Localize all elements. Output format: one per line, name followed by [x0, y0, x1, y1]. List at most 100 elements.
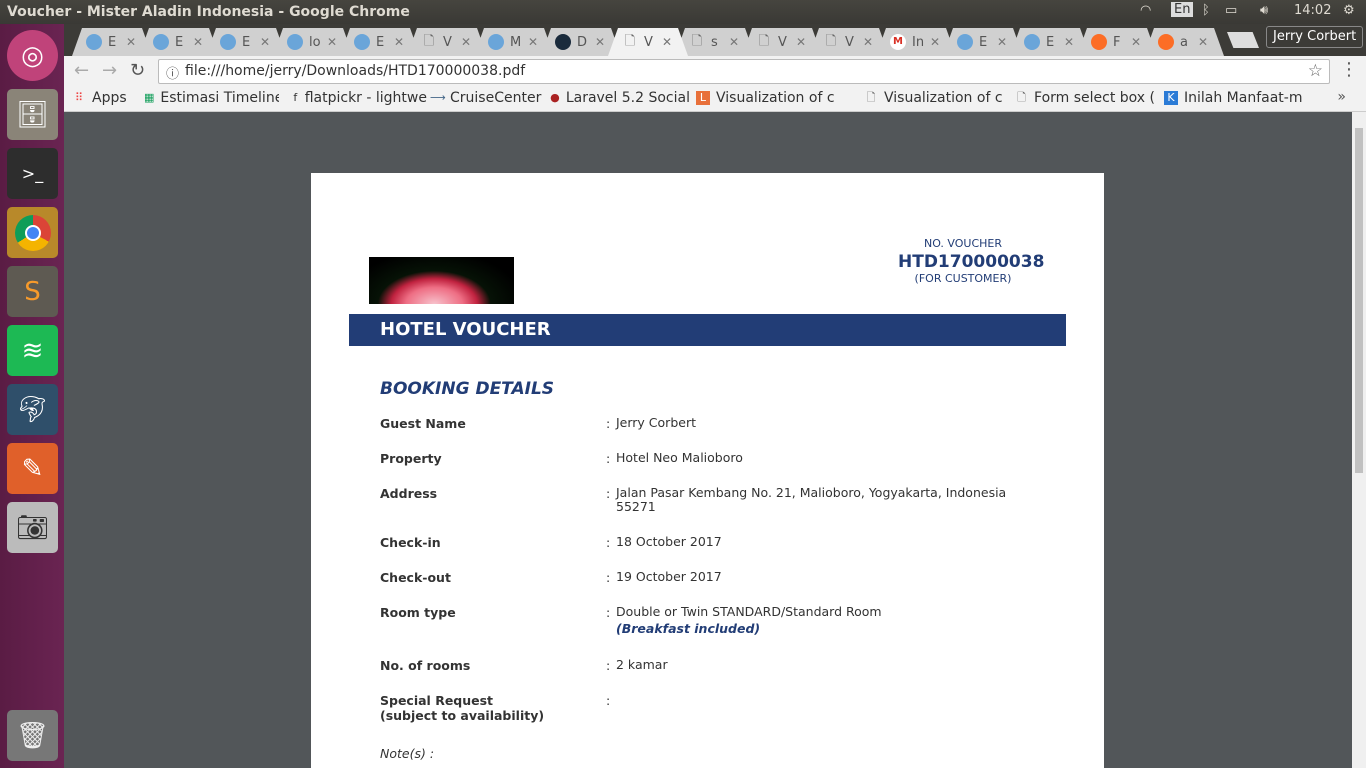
tab-close-icon[interactable]: ✕ — [528, 35, 538, 49]
bookmark-item[interactable]: ⟶ CruiseCenter — [430, 90, 545, 106]
tab[interactable]: D ✕ — [541, 28, 621, 56]
tab[interactable]: M In ✕ — [876, 28, 956, 56]
volume-icon[interactable]: 🔊︎ — [1260, 3, 1268, 18]
spotify-icon[interactable]: ≋ — [7, 325, 58, 376]
tab[interactable]: E ✕ — [72, 28, 152, 56]
tab-close-icon[interactable]: ✕ — [930, 35, 940, 49]
profile-button[interactable]: Jerry Corbert — [1266, 26, 1364, 48]
back-button[interactable]: ← — [74, 60, 89, 81]
battery-icon[interactable]: ▭ — [1225, 3, 1237, 18]
tab[interactable]: E ✕ — [206, 28, 286, 56]
keyboard-indicator[interactable]: En — [1171, 2, 1194, 17]
terminal-icon[interactable]: >_ — [7, 148, 58, 199]
tab[interactable]: E ✕ — [943, 28, 1023, 56]
info-icon[interactable]: ⓘ — [166, 63, 179, 82]
url-text[interactable]: file:///home/jerry/Downloads/HTD17000003… — [185, 63, 525, 79]
scrollbar[interactable] — [1352, 112, 1366, 768]
document-favicon-icon: 🗋 — [825, 34, 837, 49]
tab[interactable]: 🗋 V ✕ — [742, 28, 822, 56]
bookmark-item[interactable]: 🗋 Form select box ( — [1015, 90, 1155, 106]
tab-close-icon[interactable]: ✕ — [729, 35, 739, 49]
detail-label: Guest Name — [380, 416, 600, 431]
tab-close-icon[interactable]: ✕ — [126, 35, 136, 49]
tab-close-icon[interactable]: ✕ — [662, 35, 672, 49]
files-icon[interactable]: 🗄︎ — [7, 89, 58, 140]
tab[interactable]: lo ✕ — [273, 28, 353, 56]
notes-label: Note(s) : — [380, 746, 435, 761]
screenshot-camera-icon[interactable]: 📷︎ — [7, 502, 58, 553]
favicon-icon — [957, 34, 973, 50]
forward-button[interactable]: → — [102, 60, 117, 81]
bookmark-item[interactable]: ▦ Estimasi Timeline — [144, 90, 279, 106]
tab-close-icon[interactable]: ✕ — [193, 35, 203, 49]
tab-strip: E ✕ E ✕ E ✕ lo ✕ E ✕ 🗋 V ✕ M ✕ D ✕ 🗋 V ✕ 🗋 s ✕ 🗋 V ✕ 🗋 V ✕ M In ✕ E ✕ E ✕ F ✕… — [64, 24, 1366, 56]
bookmark-item[interactable]: ● Laravel 5.2 Social — [550, 90, 690, 106]
tab-title: E — [1046, 34, 1055, 50]
tab-title: a — [1180, 34, 1188, 50]
tab[interactable]: E ✕ — [340, 28, 420, 56]
bookmark-item[interactable]: ⠿ Apps — [72, 90, 132, 106]
new-tab-button[interactable] — [1227, 32, 1259, 48]
tab[interactable]: E ✕ — [139, 28, 219, 56]
power-gear-icon[interactable]: ⚙ — [1343, 3, 1355, 18]
tab-close-icon[interactable]: ✕ — [260, 35, 270, 49]
wifi-icon[interactable]: ◠ — [1140, 3, 1151, 18]
menu-icon[interactable]: ⋮ — [1340, 59, 1358, 80]
bookmark-favicon-icon: ▦ — [144, 91, 155, 104]
mysql-workbench-icon[interactable]: 🐬︎ — [7, 384, 58, 435]
bookmark-label: Visualization of c — [716, 90, 835, 106]
detail-label-note: (subject to availability) — [380, 708, 545, 723]
scrollbar-thumb[interactable] — [1355, 128, 1363, 473]
tab-close-icon[interactable]: ✕ — [997, 35, 1007, 49]
bookmark-star-icon[interactable]: ☆ — [1308, 61, 1323, 81]
address-bar[interactable]: ⓘ file:///home/jerry/Downloads/HTD170000… — [158, 59, 1330, 84]
tab-close-icon[interactable]: ✕ — [796, 35, 806, 49]
tab-close-icon[interactable]: ✕ — [461, 35, 471, 49]
tab[interactable]: 🗋 V ✕ — [608, 28, 688, 56]
tab[interactable]: F ✕ — [1077, 28, 1157, 56]
tab-close-icon[interactable]: ✕ — [327, 35, 337, 49]
bookmark-favicon-icon: ⟶ — [430, 91, 446, 104]
tab[interactable]: 🗋 s ✕ — [675, 28, 755, 56]
bookmarks-bar: » ⠿ Apps ▦ Estimasi Timeline f flatpickr - li… — [64, 86, 1366, 112]
bluetooth-icon[interactable]: ᛒ — [1202, 3, 1210, 18]
detail-label: Address — [380, 486, 600, 501]
tab[interactable]: 🗋 V ✕ — [809, 28, 889, 56]
tab-close-icon[interactable]: ✕ — [1064, 35, 1074, 49]
bookmark-item[interactable]: K Inilah Manfaat-m — [1164, 90, 1324, 106]
tab[interactable]: E ✕ — [1010, 28, 1090, 56]
tab[interactable]: a ✕ — [1144, 28, 1224, 56]
postman-icon[interactable]: ✎ — [7, 443, 58, 494]
section-title: BOOKING DETAILS — [380, 379, 555, 399]
trash-icon[interactable]: 🗑︎ — [7, 710, 58, 761]
ubuntu-dash-icon[interactable]: ◎ — [7, 30, 58, 81]
detail-label: Check-out — [380, 570, 600, 585]
tab[interactable]: M ✕ — [474, 28, 554, 56]
pdf-page: NO. VOUCHER HTD170000038 (FOR CUSTOMER) … — [311, 173, 1104, 768]
detail-label-text: Special Request — [380, 693, 494, 708]
bookmark-item[interactable]: 🗋 Visualization of c — [864, 90, 1004, 106]
bookmark-label: Laravel 5.2 Social — [565, 90, 690, 106]
tab-close-icon[interactable]: ✕ — [863, 35, 873, 49]
tab-close-icon[interactable]: ✕ — [1131, 35, 1141, 49]
more-bookmarks-chevron-icon[interactable]: » — [1337, 89, 1346, 105]
detail-value-text: 2 kamar — [616, 657, 668, 672]
tab-close-icon[interactable]: ✕ — [1198, 35, 1208, 49]
favicon-icon — [1158, 34, 1174, 50]
tab-close-icon[interactable]: ✕ — [595, 35, 605, 49]
detail-value: 2 kamar — [616, 658, 1036, 672]
detail-value-text: Hotel Neo Malioboro — [616, 450, 743, 465]
tab-title: V — [644, 34, 653, 50]
bookmark-item[interactable]: L Visualization of c — [696, 90, 861, 106]
sublime-text-icon[interactable]: S — [7, 266, 58, 317]
chrome-icon[interactable] — [7, 207, 58, 258]
detail-value: Jalan Pasar Kembang No. 21, Malioboro, Y… — [616, 486, 1036, 514]
colon: : — [606, 693, 611, 708]
tab[interactable]: 🗋 V ✕ — [407, 28, 487, 56]
bookmark-item[interactable]: f flatpickr - lightwe — [292, 90, 427, 106]
reload-button[interactable]: ↻ — [130, 60, 145, 81]
tab-close-icon[interactable]: ✕ — [394, 35, 404, 49]
detail-value-text: Jalan Pasar Kembang No. 21, Malioboro, Y… — [616, 485, 1007, 514]
clock[interactable]: 14:02 — [1294, 3, 1331, 18]
tab-title: V — [443, 34, 452, 50]
